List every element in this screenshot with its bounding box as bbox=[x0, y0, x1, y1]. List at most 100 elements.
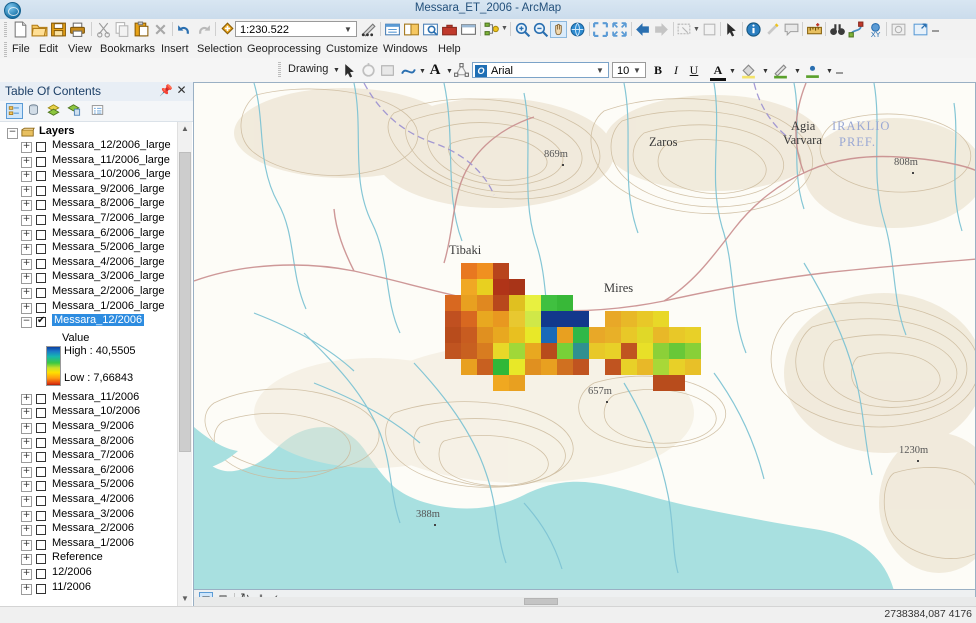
find-binoculars-icon[interactable] bbox=[829, 21, 846, 38]
toc-layer-row[interactable]: + Messara_5/2006_large bbox=[0, 241, 178, 256]
layer-visibility-checkbox[interactable] bbox=[36, 244, 46, 255]
layer-visibility-checkbox[interactable] bbox=[36, 393, 46, 404]
toc-root-layers[interactable]: − Layers bbox=[0, 125, 178, 140]
expand-collapse-icon[interactable]: + bbox=[21, 481, 32, 493]
catalog-window-icon[interactable] bbox=[403, 21, 420, 38]
marker-color-icon[interactable] bbox=[804, 62, 821, 79]
menu-edit[interactable]: Edit bbox=[35, 42, 62, 56]
layer-visibility-checkbox[interactable] bbox=[36, 423, 46, 433]
expand-collapse-icon[interactable]: + bbox=[21, 554, 32, 566]
layer-visibility-checkbox[interactable] bbox=[36, 408, 46, 419]
select-elements-icon[interactable] bbox=[341, 62, 358, 79]
toc-layer-row[interactable]: + Messara_2/2006_large bbox=[0, 285, 178, 300]
expand-collapse-icon[interactable]: + bbox=[21, 496, 32, 507]
options-icon[interactable] bbox=[90, 103, 107, 119]
menu-view[interactable]: View bbox=[64, 42, 96, 56]
toc-layer-row[interactable]: + Messara_4/2006_large bbox=[0, 256, 178, 271]
go-back-extent-icon[interactable] bbox=[634, 21, 651, 38]
delete-icon[interactable] bbox=[152, 21, 169, 38]
menu-insert[interactable]: Insert bbox=[157, 42, 193, 56]
expand-collapse-icon[interactable]: + bbox=[21, 466, 32, 478]
fill-color-icon[interactable] bbox=[740, 62, 757, 79]
font-size-combo[interactable]: 10 ▼ bbox=[612, 62, 646, 78]
search-window-icon[interactable] bbox=[422, 21, 439, 38]
layer-visibility-checkbox[interactable] bbox=[36, 466, 46, 477]
scroll-up-arrow-icon[interactable]: ▲ bbox=[178, 122, 192, 136]
toc-layer-row[interactable]: + Messara_10/2006_large bbox=[0, 168, 178, 183]
new-map-icon[interactable] bbox=[12, 21, 29, 38]
chevron-down-icon[interactable]: ▼ bbox=[342, 22, 354, 38]
zoom-out-icon[interactable] bbox=[532, 21, 549, 38]
close-icon[interactable]: ✕ bbox=[175, 84, 188, 97]
toc-layer-row[interactable]: +12/2006 bbox=[0, 566, 178, 581]
layer-visibility-checkbox[interactable] bbox=[36, 273, 46, 284]
toc-layer-row[interactable]: − Messara_12/2006 bbox=[0, 314, 178, 329]
list-by-drawing-order-icon[interactable] bbox=[6, 103, 23, 119]
toc-layer-row[interactable]: + Messara_7/2006 bbox=[0, 449, 178, 464]
copy-icon[interactable] bbox=[114, 21, 131, 38]
menu-geoprocessing[interactable]: Geoprocessing bbox=[243, 42, 325, 56]
toc-layer-row[interactable]: +11/2006 bbox=[0, 581, 178, 596]
expand-collapse-icon[interactable]: + bbox=[21, 288, 32, 299]
chevron-down-icon[interactable]: ▼ bbox=[631, 63, 643, 79]
font-color-button[interactable]: A bbox=[710, 62, 726, 81]
expand-collapse-icon[interactable]: + bbox=[21, 408, 32, 420]
full-extent-icon[interactable] bbox=[569, 21, 586, 38]
new-curve-icon[interactable] bbox=[400, 62, 417, 79]
go-to-xy-icon[interactable]: XY bbox=[867, 21, 884, 38]
layer-visibility-checkbox[interactable] bbox=[36, 496, 46, 506]
print-icon[interactable] bbox=[69, 21, 86, 38]
save-icon[interactable] bbox=[50, 21, 67, 38]
layer-visibility-checkbox[interactable] bbox=[36, 583, 46, 594]
new-text-icon[interactable]: A bbox=[427, 62, 443, 78]
layer-visibility-checkbox[interactable] bbox=[36, 142, 46, 152]
layer-visibility-checkbox[interactable] bbox=[36, 156, 46, 167]
line-color-dropdown-arrow-icon[interactable]: ▼ bbox=[794, 68, 801, 75]
menu-customize[interactable]: Customize bbox=[322, 42, 382, 56]
expand-collapse-icon[interactable]: + bbox=[21, 525, 32, 537]
scroll-down-arrow-icon[interactable]: ▼ bbox=[178, 592, 192, 606]
python-window-icon[interactable] bbox=[460, 21, 477, 38]
expand-collapse-icon[interactable]: + bbox=[21, 258, 32, 270]
new-rectangle-icon[interactable] bbox=[379, 62, 396, 79]
expand-collapse-icon[interactable]: + bbox=[21, 539, 32, 551]
toolbar-overflow-icon[interactable] bbox=[932, 30, 939, 32]
toc-layer-row[interactable]: + Messara_6/2006 bbox=[0, 464, 178, 479]
menu-bookmarks[interactable]: Bookmarks bbox=[96, 42, 159, 56]
expand-collapse-icon[interactable]: + bbox=[21, 569, 32, 580]
expand-collapse-icon[interactable]: + bbox=[21, 452, 32, 464]
draw-toolbar-grip[interactable] bbox=[278, 62, 281, 77]
toc-layer-row[interactable]: + Messara_9/2006_large bbox=[0, 183, 178, 198]
expand-collapse-icon[interactable]: + bbox=[21, 510, 32, 522]
font-family-combo[interactable]: O Arial ▼ bbox=[472, 62, 609, 78]
select-dropdown-arrow-icon[interactable]: ▼ bbox=[693, 26, 700, 33]
map-hscroll-thumb[interactable] bbox=[524, 598, 558, 605]
toc-layer-row[interactable]: + Messara_11/2006_large bbox=[0, 154, 178, 169]
add-data-icon[interactable] bbox=[219, 21, 236, 38]
underline-button[interactable]: U bbox=[686, 62, 702, 78]
fixed-zoom-in-icon[interactable] bbox=[592, 21, 609, 38]
editor-toolbar-icon[interactable] bbox=[360, 21, 377, 38]
clear-selection-icon[interactable] bbox=[701, 21, 718, 38]
layer-visibility-checkbox[interactable] bbox=[36, 539, 46, 550]
curve-dropdown-arrow-icon[interactable]: ▼ bbox=[419, 68, 426, 75]
expand-collapse-icon[interactable]: − bbox=[7, 128, 18, 139]
html-popup-icon[interactable] bbox=[783, 21, 800, 38]
layer-visibility-checkbox[interactable] bbox=[36, 525, 46, 536]
map-view[interactable]: Zaros Tibaki Mires Agia Varvara 869m 808m 657m 3… bbox=[193, 82, 976, 590]
pan-icon[interactable] bbox=[550, 21, 567, 38]
map-horizontal-scrollbar[interactable] bbox=[194, 597, 976, 606]
text-dropdown-arrow-icon[interactable]: ▼ bbox=[446, 68, 453, 75]
toc-vertical-scrollbar[interactable]: ▲ ▼ bbox=[177, 122, 192, 606]
expand-collapse-icon[interactable]: + bbox=[21, 200, 32, 212]
list-by-source-icon[interactable] bbox=[26, 103, 43, 119]
toc-layer-row[interactable]: + Messara_3/2006 bbox=[0, 508, 178, 523]
measure-icon[interactable] bbox=[806, 21, 823, 38]
layer-visibility-checkbox[interactable] bbox=[36, 185, 46, 196]
layer-visibility-checkbox[interactable] bbox=[36, 171, 46, 182]
italic-button[interactable]: I bbox=[668, 62, 684, 78]
toolbar-grip[interactable] bbox=[4, 22, 7, 37]
toc-layer-row[interactable]: + Messara_1/2006_large bbox=[0, 300, 178, 315]
list-by-selection-icon[interactable] bbox=[66, 103, 83, 119]
toc-layer-row[interactable]: + Messara_12/2006_large bbox=[0, 139, 178, 154]
